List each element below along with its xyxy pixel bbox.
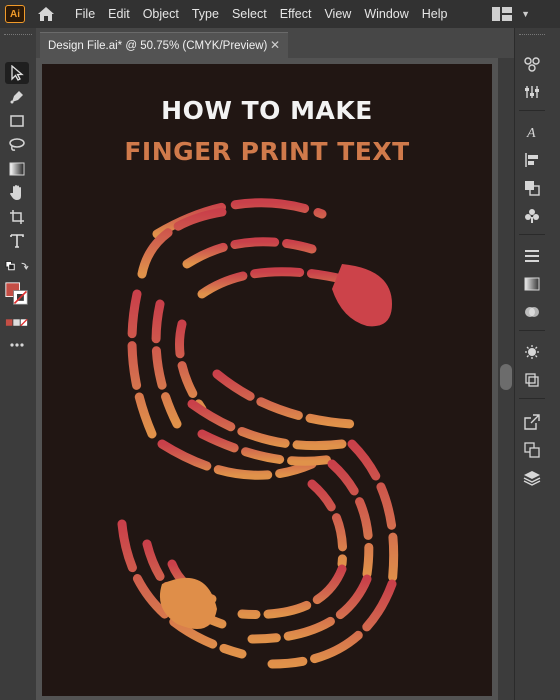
properties-icon[interactable] <box>520 80 544 104</box>
align-icon[interactable] <box>520 148 544 172</box>
gradient-panel-icon[interactable] <box>520 272 544 296</box>
menu-window[interactable]: Window <box>364 7 408 21</box>
layers-icon[interactable] <box>520 466 544 490</box>
menu-select[interactable]: Select <box>232 7 267 21</box>
gradient-icon[interactable] <box>5 158 29 180</box>
document-tab-bar: Design File.ai* @ 50.75% (CMYK/Preview) … <box>36 28 514 58</box>
rectangle-icon[interactable] <box>5 110 29 132</box>
swap-colors-icon[interactable] <box>5 256 29 278</box>
menu-list: File Edit Object Type Select Effect View… <box>75 7 461 21</box>
collapsed-panel-edge <box>548 28 560 700</box>
character-icon[interactable]: A <box>520 120 544 144</box>
hand-icon[interactable] <box>5 182 29 204</box>
panel-grip[interactable] <box>519 34 545 37</box>
canvas-area[interactable]: HOW TO MAKE FINGER PRINT TEXT <box>36 58 514 700</box>
transparency-icon[interactable] <box>520 300 544 324</box>
appearance-icon[interactable] <box>520 340 544 364</box>
menu-edit[interactable]: Edit <box>108 7 130 21</box>
more-tools-icon[interactable] <box>5 334 29 356</box>
type-icon[interactable] <box>5 230 29 252</box>
pen-icon[interactable] <box>5 86 29 108</box>
chevron-down-icon[interactable]: ▼ <box>521 9 530 19</box>
symbols-icon[interactable] <box>520 204 544 228</box>
export-icon[interactable] <box>520 410 544 434</box>
vertical-scrollbar[interactable] <box>498 58 514 700</box>
menu-type[interactable]: Type <box>192 7 219 21</box>
menu-object[interactable]: Object <box>143 7 179 21</box>
artboards-icon[interactable] <box>520 438 544 462</box>
panel-separator <box>519 234 545 235</box>
menu-view[interactable]: View <box>324 7 351 21</box>
selection-arrow-icon[interactable] <box>5 62 29 84</box>
menu-bar: Ai File Edit Object Type Select Effect V… <box>0 0 560 28</box>
document-tab-title: Design File.ai* @ 50.75% (CMYK/Preview) <box>48 39 268 52</box>
panel-grip[interactable] <box>4 34 32 37</box>
svg-text:A: A <box>526 126 536 140</box>
scrollbar-thumb[interactable] <box>500 364 512 390</box>
panel-separator <box>519 330 545 331</box>
pathfinder-icon[interactable] <box>520 176 544 200</box>
artboard-icon[interactable] <box>5 206 29 228</box>
menu-effect[interactable]: Effect <box>280 7 312 21</box>
app-logo: Ai <box>5 5 25 23</box>
libraries-icon[interactable] <box>520 52 544 76</box>
home-icon[interactable] <box>35 3 57 25</box>
panel-separator <box>519 110 545 111</box>
workspace-switcher-icon[interactable] <box>492 5 516 23</box>
stroke-icon[interactable] <box>520 244 544 268</box>
tools-panel <box>0 28 36 700</box>
close-icon[interactable]: ✕ <box>270 38 280 52</box>
artboard[interactable]: HOW TO MAKE FINGER PRINT TEXT <box>42 64 492 696</box>
panel-separator <box>519 398 545 399</box>
fill-stroke-icon[interactable] <box>5 278 29 310</box>
panel-dock: A <box>514 28 548 700</box>
color-mode-icon[interactable] <box>5 312 29 334</box>
menu-file[interactable]: File <box>75 7 95 21</box>
menu-help[interactable]: Help <box>422 7 448 21</box>
document-tab[interactable]: Design File.ai* @ 50.75% (CMYK/Preview) … <box>40 32 288 58</box>
lasso-icon[interactable] <box>5 134 29 156</box>
fingerprint-s-artwork[interactable] <box>42 64 492 696</box>
graphic-styles-icon[interactable] <box>520 368 544 392</box>
